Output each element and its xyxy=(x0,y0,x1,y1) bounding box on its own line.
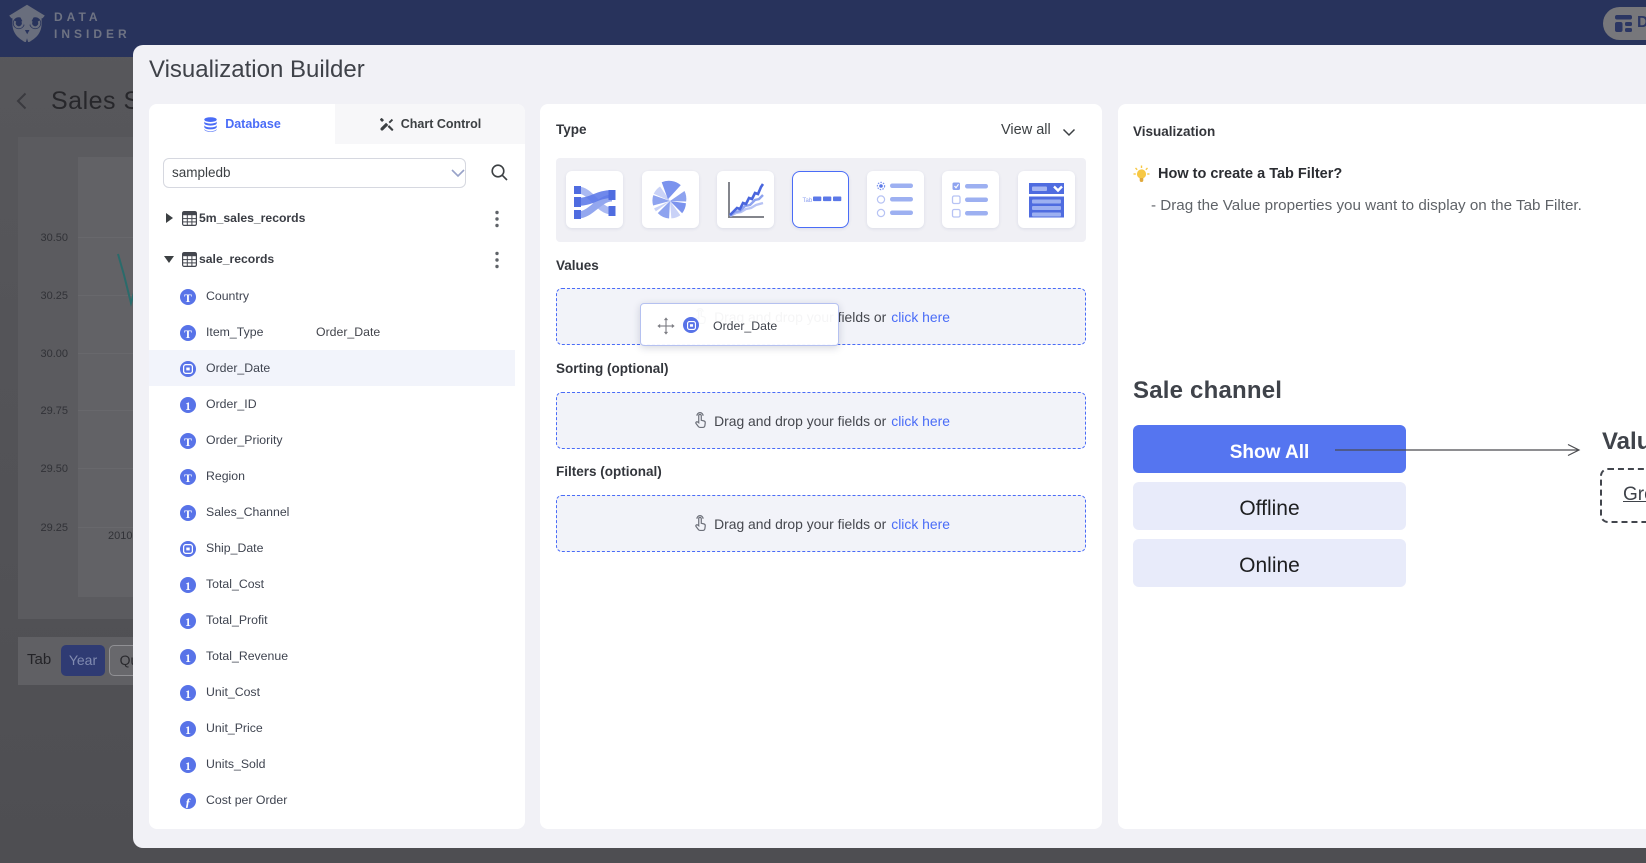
svg-text:Tab: Tab xyxy=(803,198,813,204)
